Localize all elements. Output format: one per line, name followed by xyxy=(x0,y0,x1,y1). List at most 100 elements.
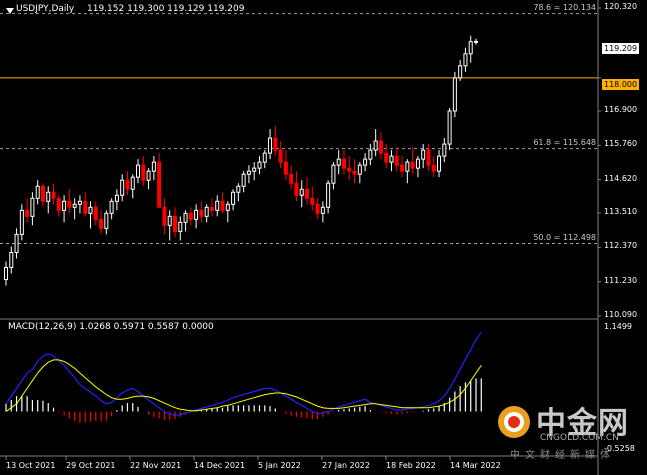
candle-body xyxy=(46,191,51,202)
candle-body xyxy=(305,188,310,199)
candle-body xyxy=(136,164,141,178)
price-tick-label: 113.510 xyxy=(604,207,638,217)
candle-body xyxy=(452,77,457,112)
candle-body xyxy=(410,161,415,169)
candle-body xyxy=(188,212,193,220)
candle-body xyxy=(35,185,40,199)
time-tick-label: 22 Nov 2021 xyxy=(130,461,182,470)
candle-body xyxy=(262,152,267,163)
candle-body xyxy=(310,197,315,205)
time-tick-label: 27 Jan 2022 xyxy=(322,461,370,470)
candle-body xyxy=(458,65,463,79)
candle-body xyxy=(199,209,204,217)
price-tick-label: 110.090 xyxy=(604,310,638,319)
watermark-media: 中文财经新媒体 xyxy=(510,450,615,461)
candle-body xyxy=(474,40,478,43)
candle-body xyxy=(167,215,172,226)
candle-body xyxy=(384,152,389,163)
candle-body xyxy=(278,149,283,163)
candle-body xyxy=(405,161,410,172)
ohlc-readout: 119.152 119.300 119.129 119.209 xyxy=(87,4,245,14)
candle-body xyxy=(194,209,199,220)
candle-body xyxy=(347,167,352,172)
time-tick-label: 14 Dec 2021 xyxy=(194,461,246,470)
candle-body xyxy=(225,203,230,211)
candle-body xyxy=(9,251,14,269)
candle-body xyxy=(231,191,236,205)
candle-body xyxy=(357,164,362,175)
candle-body xyxy=(468,41,473,55)
candle-body xyxy=(125,179,130,190)
candle-body xyxy=(236,185,241,193)
candle-body xyxy=(204,206,209,217)
candle-body xyxy=(14,233,19,253)
price-tick-label: 115.760 xyxy=(604,139,638,149)
price-tick-label: 112.370 xyxy=(604,241,638,251)
candle-body xyxy=(400,164,405,172)
candle-body xyxy=(146,170,151,181)
candle-body xyxy=(67,200,72,208)
candle-body xyxy=(56,197,61,211)
price-tick-label: 120.320 xyxy=(604,2,638,11)
candle-body xyxy=(299,188,304,196)
candle-body xyxy=(389,155,394,163)
candle-body xyxy=(294,182,299,196)
symbol-dropdown-icon[interactable] xyxy=(6,8,14,14)
candle-body xyxy=(88,206,93,214)
macd-axis-top: 1.1499 xyxy=(604,322,632,331)
candle-body xyxy=(289,173,294,184)
candle-body xyxy=(157,161,162,208)
candle-body xyxy=(72,203,77,208)
candle-body xyxy=(373,140,378,151)
candle-body xyxy=(283,161,288,175)
candle-body xyxy=(363,158,368,166)
time-tick-label: 5 Jan 2022 xyxy=(258,461,301,470)
candle-body xyxy=(368,149,373,160)
candle-body xyxy=(437,155,442,172)
candle-body xyxy=(109,200,114,214)
candle-body xyxy=(178,221,183,232)
time-tick-label: 14 Mar 2022 xyxy=(450,461,501,470)
fibo-label: 78.6 = 120.134 xyxy=(533,2,596,12)
candle-body xyxy=(209,206,214,211)
fibo-label: 50.0 = 112.498 xyxy=(533,232,596,242)
candle-body xyxy=(162,206,167,226)
candle-body xyxy=(183,212,188,223)
price-tick-label: 111.230 xyxy=(604,275,638,285)
candle-body xyxy=(394,155,399,166)
candle-body xyxy=(378,140,383,154)
candle-body xyxy=(19,209,24,235)
candle-body xyxy=(172,215,177,232)
candle-body xyxy=(426,149,431,166)
candle-body xyxy=(241,173,246,187)
candle-body xyxy=(415,158,420,169)
candle-body xyxy=(447,110,452,145)
candle-body xyxy=(4,267,8,281)
symbol-label: USDJPY,Daily xyxy=(16,4,75,14)
candle-body xyxy=(130,176,135,190)
candle-body xyxy=(252,167,257,172)
candle-body xyxy=(62,200,67,211)
candle-body xyxy=(341,158,346,169)
current-price-flag: 119.209 xyxy=(602,43,640,54)
time-tick-label: 18 Feb 2022 xyxy=(386,461,436,470)
candle-body xyxy=(326,182,331,208)
candle-body xyxy=(25,209,30,217)
price-tick-label: 116.900 xyxy=(604,104,638,114)
candle-body xyxy=(120,179,125,196)
candle-body xyxy=(246,170,251,175)
candle-body xyxy=(320,206,325,214)
time-tick-label: 29 Oct 2021 xyxy=(66,461,116,470)
candle-body xyxy=(331,164,336,184)
watermark-logo-icon xyxy=(498,406,530,438)
macd-title: MACD(12,26,9) 1.0268 0.5971 0.5587 0.000… xyxy=(8,322,214,332)
candle-body xyxy=(336,158,341,166)
candle-body xyxy=(268,137,273,154)
candle-body xyxy=(51,191,56,199)
candle-body xyxy=(315,203,320,214)
candle-body xyxy=(273,137,278,151)
candle-body xyxy=(104,212,109,229)
candle-body xyxy=(83,200,88,214)
candle-body xyxy=(141,164,146,181)
candle-body xyxy=(463,53,468,67)
